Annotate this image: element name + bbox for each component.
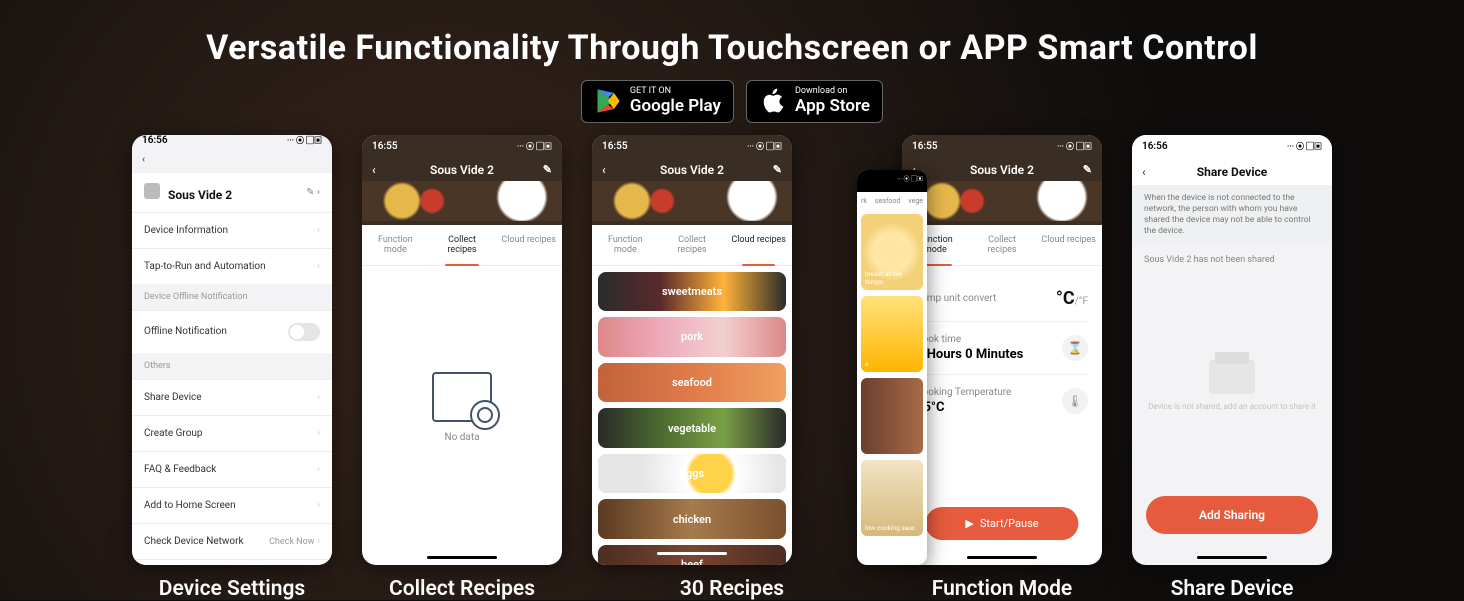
status-bar: ··· ⦿ ▢▣ (857, 170, 927, 192)
screen-device-settings: 16:56 ··· ⦿ ▢▣ ‹ Sous Vide 2 ✎ › Device … (132, 135, 332, 565)
tab-bar: Function mode Collect recipes Cloud reci… (362, 225, 562, 266)
recipe-card-eggs[interactable]: Eggs (598, 454, 786, 494)
share-notice: When the device is not connected to the … (1132, 185, 1332, 245)
recipe-card-sweetmeats[interactable]: sweetmeats (598, 272, 786, 312)
recipe-card-pork[interactable]: pork (598, 317, 786, 357)
thermometer-icon: 🌡 (1062, 388, 1088, 414)
back-icon[interactable]: ‹ (372, 163, 376, 177)
app-header: ‹ Sous Vide 2 ✎ (592, 159, 792, 181)
start-pause-button[interactable]: ▶ Start/Pause (925, 507, 1078, 540)
tab-collect-recipes[interactable]: Collect recipes (429, 225, 496, 265)
item-device-update[interactable]: Device UpdateNo updates available › (132, 559, 332, 565)
status-bar: 16:55 ··· ⦿ ▢▣ (362, 135, 562, 159)
recipe-item[interactable] (861, 378, 923, 454)
recipe-card-seafood[interactable]: seafood (598, 363, 786, 403)
screen-share-device: 16:56 ··· ⦿ ▢▣ ‹ Share Device When the d… (1132, 135, 1332, 565)
status-bar: 16:56 ··· ⦿ ▢▣ (1132, 135, 1332, 159)
edit-icon[interactable]: ✎ › (306, 187, 320, 198)
back-button[interactable]: ‹ (132, 146, 332, 173)
store-badges: GET IT ON Google Play Download on App St… (0, 80, 1464, 123)
screen-recipe-detail-preview: ··· ⦿ ▢▣ rk seafood vege breast at low t… (857, 170, 927, 565)
item-check-network[interactable]: Check Device NetworkCheck Now › (132, 523, 332, 559)
offline-toggle[interactable] (288, 323, 320, 341)
app-header: ‹ Sous Vide 2 ✎ (902, 159, 1102, 181)
caption-recipes: 30 Recipes (680, 577, 784, 601)
item-device-information[interactable]: Device Information› (132, 212, 332, 248)
status-bar: 16:56 ··· ⦿ ▢▣ (132, 135, 332, 146)
item-share-device[interactable]: Share Device› (132, 379, 332, 415)
share-header: ‹ Share Device (1132, 159, 1332, 185)
recipe-card-chicken[interactable]: chicken (598, 499, 786, 539)
cook-time-row[interactable]: Cook time 2 Hours 0 Minutes ⌛ (916, 322, 1088, 375)
item-automation[interactable]: Tap-to-Run and Automation› (132, 248, 332, 284)
no-data-label: No data (444, 432, 479, 443)
header-image (592, 181, 792, 221)
tab-function-mode[interactable]: Function mode (592, 225, 659, 265)
recipe-item[interactable]: breast at low tempe (861, 214, 923, 290)
temp-unit-row[interactable]: Temp unit convert °C/°F (916, 276, 1088, 322)
edit-icon[interactable]: ✎ (1083, 163, 1092, 176)
tab-collect-recipes[interactable]: Collect recipes (659, 225, 726, 265)
section-offline-notification: Device Offline Notification (132, 284, 332, 310)
empty-box-icon (1209, 360, 1255, 394)
tab-bar: Function mode Collect recipes Cloud reci… (592, 225, 792, 266)
item-offline-notification[interactable]: Offline Notification (132, 310, 332, 353)
screen-cloud-recipes: 16:55 ··· ⦿ ▢▣ ‹ Sous Vide 2 ✎ Function … (592, 135, 792, 565)
tab-cloud-recipes[interactable]: Cloud recipes (495, 225, 562, 265)
caption-collect-recipes: Collect Recipes (389, 577, 535, 601)
google-play-icon (594, 87, 622, 115)
header-image (362, 181, 562, 221)
caption-function-mode: Function Mode (932, 577, 1072, 601)
status-bar: 16:55 ··· ⦿ ▢▣ (902, 135, 1102, 159)
apple-icon (759, 87, 787, 115)
back-icon[interactable]: ‹ (602, 163, 606, 177)
recipe-item[interactable]: low cooking sauc (861, 460, 923, 536)
screen-collect-recipes: 16:55 ··· ⦿ ▢▣ ‹ Sous Vide 2 ✎ Function … (362, 135, 562, 565)
play-icon: ▶ (965, 517, 973, 530)
item-create-group[interactable]: Create Group› (132, 415, 332, 451)
item-add-home[interactable]: Add to Home Screen› (132, 487, 332, 523)
share-status: Sous Vide 2 has not been shared (1132, 245, 1332, 275)
caption-share-device: Share Device (1171, 577, 1294, 601)
device-header[interactable]: Sous Vide 2 ✎ › (132, 173, 332, 212)
page-title: Versatile Functionality Through Touchscr… (0, 0, 1464, 68)
screen-function-mode: 16:55 ··· ⦿ ▢▣ ‹ Sous Vide 2 ✎ Function … (902, 135, 1102, 565)
app-store-badge[interactable]: Download on App Store (746, 80, 883, 123)
status-bar: 16:55 ··· ⦿ ▢▣ (592, 135, 792, 159)
hourglass-icon: ⌛ (1062, 335, 1088, 361)
recipe-item[interactable]: e (861, 296, 923, 372)
tab-bar: Function mode Collect recipes Cloud reci… (902, 225, 1102, 266)
tab-collect-recipes[interactable]: Collect recipes (969, 225, 1036, 265)
google-play-badge[interactable]: GET IT ON Google Play (581, 80, 734, 123)
tab-cloud-recipes[interactable]: Cloud recipes (1035, 225, 1102, 265)
recipe-card-beef[interactable]: beef (598, 545, 786, 565)
edit-icon[interactable]: ✎ (543, 163, 552, 176)
device-icon (144, 183, 160, 199)
header-image (902, 181, 1102, 221)
recipe-card-vegetable[interactable]: vegetable (598, 408, 786, 448)
edit-icon[interactable]: ✎ (773, 163, 782, 176)
tab-function-mode[interactable]: Function mode (362, 225, 429, 265)
empty-state: Device is not shared, add an account to … (1132, 275, 1332, 496)
tab-cloud-recipes[interactable]: Cloud recipes (725, 225, 792, 265)
item-faq[interactable]: FAQ & Feedback› (132, 451, 332, 487)
section-others: Others (132, 353, 332, 379)
cooking-temp-row[interactable]: Cooking Temperature 55°C 🌡 (916, 375, 1088, 427)
back-icon[interactable]: ‹ (1142, 165, 1146, 179)
no-data-icon (432, 372, 492, 422)
add-sharing-button[interactable]: Add Sharing (1146, 496, 1318, 534)
caption-device-settings: Device Settings (159, 577, 305, 601)
app-header: ‹ Sous Vide 2 ✎ (362, 159, 562, 181)
